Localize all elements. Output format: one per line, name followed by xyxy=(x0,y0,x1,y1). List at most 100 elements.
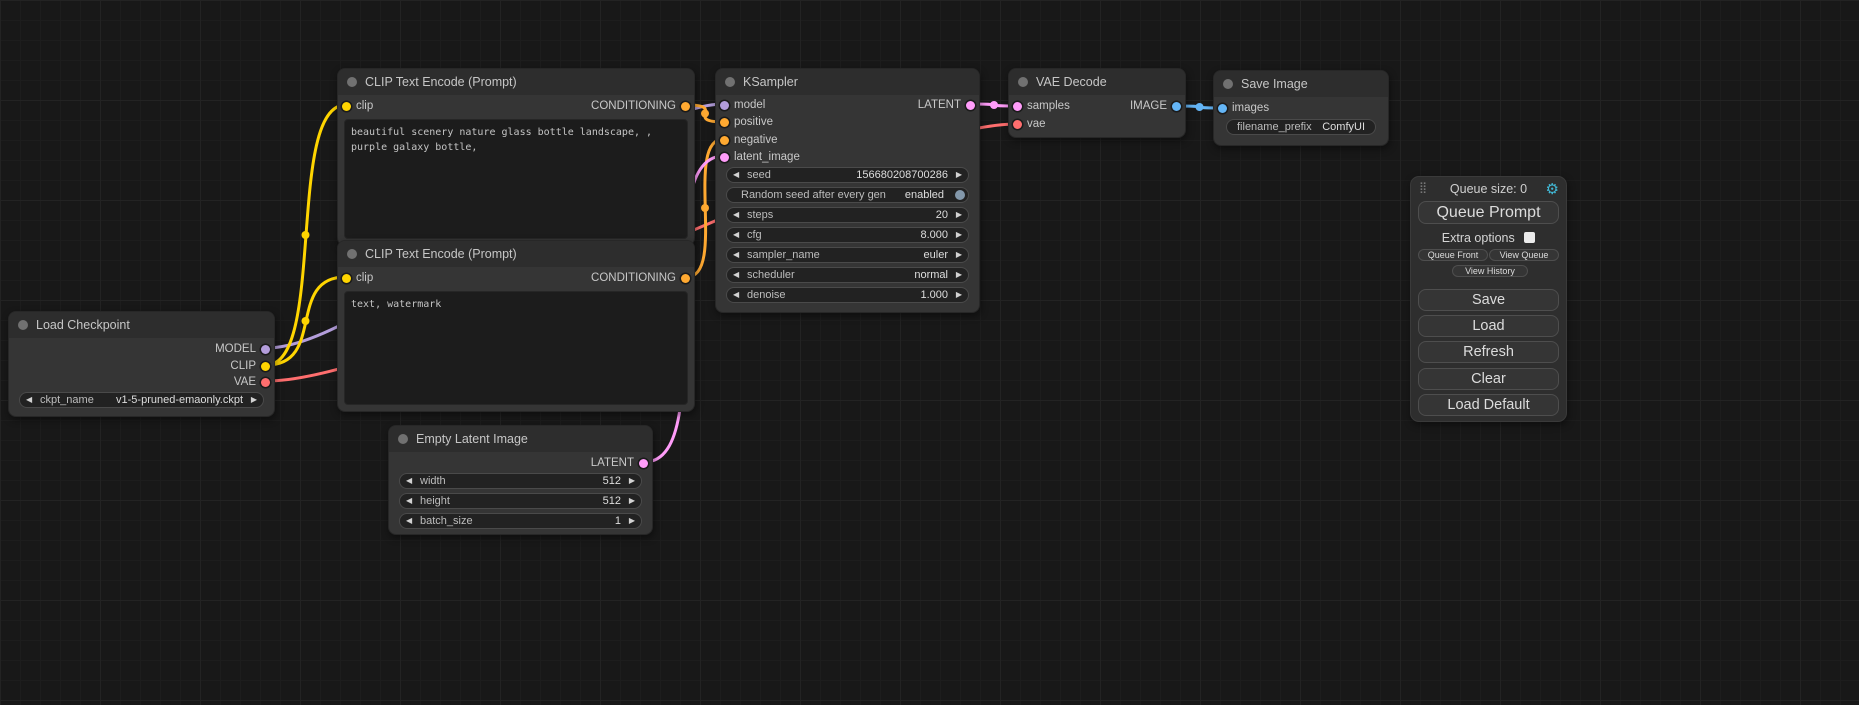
output-slot-vae: VAE xyxy=(9,374,274,391)
node-collapse-dot[interactable] xyxy=(347,77,357,87)
decrement-arrow-icon[interactable]: ◀ xyxy=(733,228,739,242)
latent-output-port[interactable] xyxy=(639,459,648,468)
slot-label: CLIP xyxy=(230,360,256,372)
node-title-bar[interactable]: CLIP Text Encode (Prompt) xyxy=(338,69,694,95)
node-collapse-dot[interactable] xyxy=(1018,77,1028,87)
node-ksampler[interactable]: KSampler model positive negative latent_… xyxy=(715,68,980,313)
widget-label: width xyxy=(420,474,446,488)
increment-arrow-icon[interactable]: ▶ xyxy=(629,514,635,528)
node-title-bar[interactable]: Empty Latent Image xyxy=(389,426,652,452)
widget-label: batch_size xyxy=(420,514,473,528)
random-seed-toggle-widget[interactable]: Random seed after every gen enabled xyxy=(726,187,969,203)
increment-arrow-icon[interactable]: ▶ xyxy=(629,494,635,508)
node-collapse-dot[interactable] xyxy=(1223,79,1233,89)
input-slot-vae: vae xyxy=(1009,116,1185,133)
batch-size-widget[interactable]: ◀ batch_size 1 ▶ xyxy=(399,513,642,529)
node-vae-decode[interactable]: VAE Decode samples vae IMAGE xyxy=(1008,68,1186,138)
vae-output-port[interactable] xyxy=(261,378,270,387)
widget-value: normal xyxy=(914,268,948,282)
model-output-port[interactable] xyxy=(261,345,270,354)
widget-value: v1-5-pruned-emaonly.ckpt xyxy=(116,393,243,407)
link-midpoint-dot xyxy=(990,101,998,109)
node-collapse-dot[interactable] xyxy=(398,434,408,444)
extra-options-checkbox[interactable] xyxy=(1524,232,1535,243)
image-output-port[interactable] xyxy=(1172,102,1181,111)
height-widget[interactable]: ◀ height 512 ▶ xyxy=(399,493,642,509)
slot-label: VAE xyxy=(234,376,256,388)
widget-value: ComfyUI xyxy=(1322,120,1365,134)
increment-arrow-icon[interactable]: ▶ xyxy=(956,228,962,242)
negative-prompt-textarea[interactable]: text, watermark xyxy=(344,291,688,405)
positive-input-port[interactable] xyxy=(720,118,729,127)
load-button[interactable]: Load xyxy=(1418,315,1559,337)
node-title-bar[interactable]: Load Checkpoint xyxy=(9,312,274,338)
view-history-button[interactable]: View History xyxy=(1452,265,1528,277)
node-title-bar[interactable]: KSampler xyxy=(716,69,979,95)
node-collapse-dot[interactable] xyxy=(347,249,357,259)
queue-front-button[interactable]: Queue Front xyxy=(1418,249,1488,261)
view-queue-button[interactable]: View Queue xyxy=(1489,249,1559,261)
widget-value: 156680208700286 xyxy=(856,168,948,182)
refresh-button[interactable]: Refresh xyxy=(1418,341,1559,363)
queue-menu-panel[interactable]: ⣿ Queue size: 0 ⚙ Queue Prompt Extra opt… xyxy=(1410,176,1567,422)
increment-arrow-icon[interactable]: ▶ xyxy=(956,268,962,282)
images-input-port[interactable] xyxy=(1218,104,1227,113)
save-button[interactable]: Save xyxy=(1418,289,1559,311)
sampler-name-widget[interactable]: ◀ sampler_name euler ▶ xyxy=(726,247,969,263)
denoise-widget[interactable]: ◀ denoise 1.000 ▶ xyxy=(726,287,969,303)
latent-output-port[interactable] xyxy=(966,101,975,110)
decrement-arrow-icon[interactable]: ◀ xyxy=(733,288,739,302)
settings-gear-icon[interactable]: ⚙ xyxy=(1546,180,1559,198)
steps-widget[interactable]: ◀ steps 20 ▶ xyxy=(726,207,969,223)
widget-label: seed xyxy=(747,168,771,182)
decrement-arrow-icon[interactable]: ◀ xyxy=(406,474,412,488)
increment-arrow-icon[interactable]: ▶ xyxy=(956,208,962,222)
node-title-bar[interactable]: VAE Decode xyxy=(1009,69,1185,95)
node-title-bar[interactable]: CLIP Text Encode (Prompt) xyxy=(338,241,694,267)
input-slot-positive: positive xyxy=(716,114,979,131)
width-widget[interactable]: ◀ width 512 ▶ xyxy=(399,473,642,489)
node-clip-text-encode-negative[interactable]: CLIP Text Encode (Prompt) clip CONDITION… xyxy=(337,240,695,412)
seed-widget[interactable]: ◀ seed 156680208700286 ▶ xyxy=(726,167,969,183)
decrement-arrow-icon[interactable]: ◀ xyxy=(733,208,739,222)
cfg-widget[interactable]: ◀ cfg 8.000 ▶ xyxy=(726,227,969,243)
load-default-button[interactable]: Load Default xyxy=(1418,394,1559,416)
decrement-arrow-icon[interactable]: ◀ xyxy=(733,168,739,182)
decrement-arrow-icon[interactable]: ◀ xyxy=(733,268,739,282)
vae-input-port[interactable] xyxy=(1013,120,1022,129)
positive-prompt-textarea[interactable]: beautiful scenery nature glass bottle la… xyxy=(344,119,688,239)
decrement-arrow-icon[interactable]: ◀ xyxy=(406,514,412,528)
node-title-bar[interactable]: Save Image xyxy=(1214,71,1388,97)
negative-input-port[interactable] xyxy=(720,136,729,145)
node-title: Load Checkpoint xyxy=(36,312,130,338)
output-slot-latent: LATENT xyxy=(389,455,652,472)
node-collapse-dot[interactable] xyxy=(18,320,28,330)
conditioning-output-port[interactable] xyxy=(681,274,690,283)
toggle-knob[interactable] xyxy=(955,190,965,200)
clear-button[interactable]: Clear xyxy=(1418,368,1559,390)
increment-arrow-icon[interactable]: ▶ xyxy=(956,168,962,182)
widget-label: denoise xyxy=(747,288,786,302)
scheduler-widget[interactable]: ◀ scheduler normal ▶ xyxy=(726,267,969,283)
filename-prefix-widget[interactable]: filename_prefix ComfyUI xyxy=(1226,119,1376,135)
latent-image-input-port[interactable] xyxy=(720,153,729,162)
decrement-arrow-icon[interactable]: ◀ xyxy=(406,494,412,508)
node-title: CLIP Text Encode (Prompt) xyxy=(365,69,517,95)
ckpt-name-widget[interactable]: ◀ ckpt_name v1-5-pruned-emaonly.ckpt ▶ xyxy=(19,392,264,408)
clip-output-port[interactable] xyxy=(261,362,270,371)
queue-prompt-button[interactable]: Queue Prompt xyxy=(1418,201,1559,224)
increment-arrow-icon[interactable]: ▶ xyxy=(956,288,962,302)
node-save-image[interactable]: Save Image images filename_prefix ComfyU… xyxy=(1213,70,1389,146)
increment-arrow-icon[interactable]: ▶ xyxy=(251,393,257,407)
node-graph-canvas[interactable]: Load Checkpoint MODEL CLIP VAE ◀ ckpt_na… xyxy=(0,0,1859,705)
node-clip-text-encode-positive[interactable]: CLIP Text Encode (Prompt) clip CONDITION… xyxy=(337,68,695,246)
increment-arrow-icon[interactable]: ▶ xyxy=(956,248,962,262)
node-collapse-dot[interactable] xyxy=(725,77,735,87)
widget-label: steps xyxy=(747,208,773,222)
increment-arrow-icon[interactable]: ▶ xyxy=(629,474,635,488)
decrement-arrow-icon[interactable]: ◀ xyxy=(26,393,32,407)
node-empty-latent-image[interactable]: Empty Latent Image LATENT ◀ width 512 ▶ … xyxy=(388,425,653,535)
node-load-checkpoint[interactable]: Load Checkpoint MODEL CLIP VAE ◀ ckpt_na… xyxy=(8,311,275,417)
decrement-arrow-icon[interactable]: ◀ xyxy=(733,248,739,262)
conditioning-output-port[interactable] xyxy=(681,102,690,111)
